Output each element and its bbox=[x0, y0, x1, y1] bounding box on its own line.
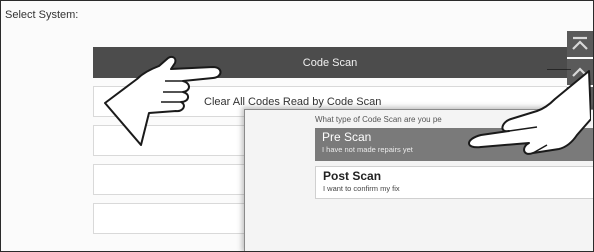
screen-frame: Select System: Code Scan Clear All Codes… bbox=[0, 0, 594, 252]
menu-item-label: Code Scan bbox=[302, 56, 358, 69]
pointing-hand-icon bbox=[468, 69, 591, 155]
option-subtitle: I want to confirm my fix bbox=[323, 184, 400, 193]
pointing-hand-icon bbox=[104, 55, 222, 146]
first-page-icon bbox=[572, 36, 588, 50]
option-title: Post Scan bbox=[323, 169, 382, 183]
post-scan-option[interactable]: Post Scan I want to confirm my fix bbox=[315, 166, 593, 199]
dialog-question: What type of Code Scan are you pe bbox=[315, 115, 442, 124]
page-title: Select System: bbox=[5, 9, 79, 21]
first-page-button[interactable] bbox=[567, 31, 593, 57]
